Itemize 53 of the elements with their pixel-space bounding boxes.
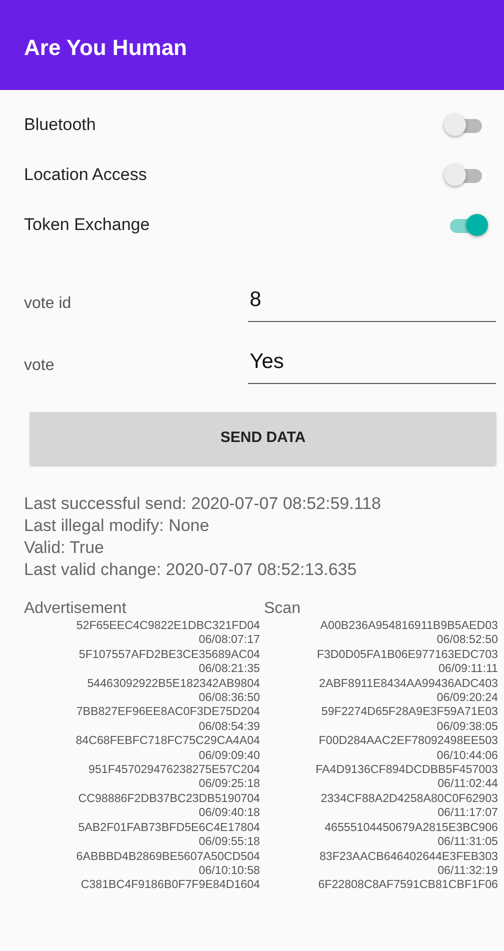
id-text: FA4D9136CF894DCDBB5F457003 <box>314 763 498 778</box>
status-line: Last successful send: 2020-07-07 08:52:59.118 <box>24 493 382 515</box>
input-field[interactable]: 8 <box>248 284 496 322</box>
time-text: 06/09:20:24 <box>436 691 498 706</box>
id-text: 6F22808C8AF7591CB81CBF1F06 <box>317 878 498 893</box>
id-text: A00B236A954816911B9B5AED03 <box>319 619 498 634</box>
id-text: 7BB827EF96EE8AC0F3DE75D204 <box>75 705 260 720</box>
time-text: 06/11:02:44 <box>436 777 498 792</box>
switch-label: Token Exchange <box>24 214 150 236</box>
input-field[interactable]: Yes <box>248 346 496 384</box>
time-text: 06/09:38:05 <box>436 720 498 734</box>
time-text: 06/08:21:35 <box>198 662 260 677</box>
time-text: 06/11:32:19 <box>436 864 498 878</box>
time-text: 06/09:55:18 <box>198 835 260 850</box>
id-text: 59F2274D65F28A9E3F59A71E03 <box>320 705 498 720</box>
status-line: Last valid change: 2020-07-07 08:52:13.635 <box>24 559 358 581</box>
id-text: F3D0D05FA1B06E977163EDC703 <box>316 648 498 662</box>
id-text: 5F107557AFD2BE3CE35689AC04 <box>78 648 260 662</box>
time-text: 06/08:07:17 <box>198 633 260 648</box>
id-text: 6ABBBD4B2869BE5607A50CD504 <box>75 850 260 864</box>
time-text: 06/10:44:06 <box>436 748 498 764</box>
time-text: 06/11:17:07 <box>436 806 498 821</box>
id-text: 52F65EEC4C9822E1DBC321FD04 <box>75 619 260 634</box>
time-text: 06/09:11:11 <box>437 662 498 677</box>
app-title: Are You Human <box>24 34 187 62</box>
id-text: 54463092922B5E182342AB9804 <box>86 676 260 692</box>
column-heading: Scan <box>263 599 302 619</box>
status-line: Last illegal modify: None <box>24 515 210 537</box>
id-text: CC98886F2DB37BC23DB5190704 <box>77 792 260 806</box>
id-text: 5AB2F01FAB73BFD5E6C4E17804 <box>77 820 260 836</box>
time-text: 06/09:09:40 <box>198 748 260 764</box>
time-text: 06/09:40:18 <box>198 806 260 821</box>
id-text: 2334CF88A2D4258A80C0F62903 <box>320 792 498 806</box>
send-data-button[interactable]: SEND DATA <box>30 412 496 465</box>
time-text: 06/09:25:18 <box>198 777 260 792</box>
switch-label: Location Access <box>24 164 147 186</box>
time-text: 06/11:31:05 <box>436 835 498 850</box>
id-text: 951F457029476238275E57C204 <box>88 763 260 778</box>
time-text: 06/08:54:39 <box>198 720 260 734</box>
field-label: vote <box>24 356 56 376</box>
field-label: vote id <box>24 294 72 314</box>
status-line: Valid: True <box>24 537 106 559</box>
time-text: 06/08:52:50 <box>436 633 498 648</box>
id-text: 83F23AACB646402644E3FEB303 <box>318 850 498 864</box>
id-text: 46555104450679A2815E3BC906 <box>324 820 498 836</box>
id-text: 2ABF8911E8434AA99436ADC403 <box>318 676 498 692</box>
id-text: C381BC4F9186B0F7F9E84D1604 <box>80 878 260 893</box>
time-text: 06/08:36:50 <box>198 691 260 706</box>
id-text: F00D284AAC2EF78092498EE503 <box>318 734 498 749</box>
column-heading: Advertisement <box>24 599 128 619</box>
switch-label: Bluetooth <box>24 114 96 136</box>
time-text: 06/10:10:58 <box>198 864 260 878</box>
id-text: 84C68FEBFC718FC75C29CA4A04 <box>74 734 260 749</box>
